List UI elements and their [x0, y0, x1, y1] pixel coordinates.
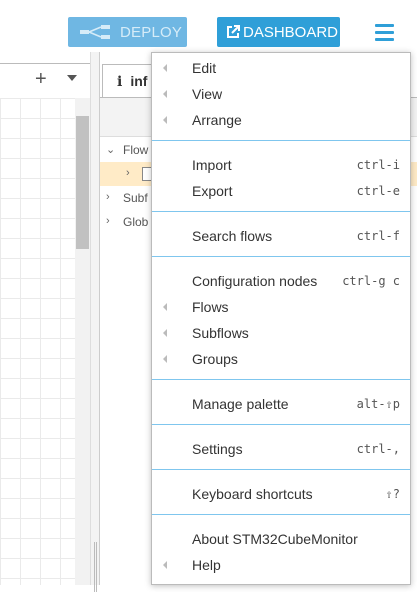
shortcut-label: ⇧? [385, 487, 400, 501]
shortcut-label: alt-⇧p [356, 397, 400, 411]
workspace-tabs: + [0, 63, 92, 99]
chevron-right-icon: › [126, 167, 130, 179]
menu-item-label: Settings [192, 441, 243, 457]
hamburger-icon-bar [375, 31, 394, 34]
menu-separator [152, 140, 410, 141]
submenu-caret-icon [163, 355, 167, 363]
chevron-down-icon[interactable] [67, 75, 77, 81]
shortcut-label: ctrl-, [356, 442, 400, 456]
menu-item-label: Export [192, 183, 233, 199]
menu-separator [152, 379, 410, 380]
menu-item-label: Subflows [192, 325, 249, 341]
menu-separator [152, 469, 410, 470]
menu-separator [152, 424, 410, 425]
menu-item-label: Help [192, 557, 221, 573]
hamburger-icon-bar [375, 38, 394, 41]
shortcut-label: ctrl-f [356, 229, 400, 243]
external-link-icon [227, 25, 240, 38]
menu-item-export[interactable]: Export ctrl-e [152, 178, 410, 204]
menu-item-label: Groups [192, 351, 238, 367]
menu-item-manage-palette[interactable]: Manage palette alt-⇧p [152, 391, 410, 417]
shortcut-label: ctrl-g c [342, 274, 400, 288]
menu-item-label: View [192, 86, 223, 102]
menu-item-keyboard-shortcuts[interactable]: Keyboard shortcuts ⇧? [152, 481, 410, 507]
submenu-caret-icon [163, 303, 167, 311]
submenu-caret-icon [163, 329, 167, 337]
menu-item-import[interactable]: Import ctrl-i [152, 152, 410, 178]
menu-item-label: About STM32CubeMonitor [192, 531, 358, 547]
main-menu-button[interactable] [370, 20, 400, 46]
dashboard-label: DASHBOARD [243, 23, 339, 41]
menu-item-view[interactable]: View [152, 81, 410, 107]
menu-item-edit[interactable]: Edit [152, 55, 410, 81]
chevron-down-icon: ⌄ [106, 144, 116, 156]
menu-item-label: Keyboard shortcuts [192, 486, 313, 502]
dashboard-button[interactable]: DASHBOARD [217, 17, 340, 47]
main-menu-dropdown: Edit View Arrange Import ctrl-i Export c… [151, 52, 411, 585]
menu-separator [152, 211, 410, 212]
shortcut-label: ctrl-e [356, 184, 400, 198]
menu-item-label: Arrange [192, 112, 242, 128]
menu-item-settings[interactable]: Settings ctrl-, [152, 436, 410, 462]
deploy-button[interactable]: DEPLOY [68, 17, 187, 47]
chevron-right-icon: › [106, 191, 110, 203]
submenu-caret-icon [163, 90, 167, 98]
shortcut-label: ctrl-i [356, 158, 400, 172]
scrollbar-thumb[interactable] [76, 116, 89, 249]
tab-info-label: inf [130, 73, 148, 89]
header-bar: DEPLOY DASHBOARD [0, 0, 417, 52]
submenu-caret-icon [163, 561, 167, 569]
menu-item-label: Flows [192, 299, 229, 315]
hamburger-icon [375, 24, 394, 27]
deploy-icon [80, 25, 110, 39]
menu-item-help[interactable]: Help [152, 552, 410, 578]
tree-label: Glob [123, 215, 149, 229]
menu-separator [152, 514, 410, 515]
menu-item-subflows[interactable]: Subflows [152, 320, 410, 346]
menu-item-arrange[interactable]: Arrange [152, 107, 410, 133]
info-icon: i [117, 74, 123, 90]
menu-item-label: Search flows [192, 228, 273, 244]
tree-label: Flow [123, 143, 149, 157]
menu-item-flows[interactable]: Flows [152, 294, 410, 320]
menu-item-configuration-nodes[interactable]: Configuration nodes ctrl-g c [152, 268, 410, 294]
menu-item-label: Import [192, 157, 232, 173]
workspace-canvas[interactable] [0, 98, 75, 585]
sidebar-resize-handle[interactable] [90, 52, 99, 592]
menu-item-label: Manage palette [192, 396, 289, 412]
canvas-scrollbar[interactable] [75, 98, 90, 585]
menu-item-about[interactable]: About STM32CubeMonitor [152, 526, 410, 552]
menu-separator [152, 256, 410, 257]
add-flow-tab-button[interactable]: + [35, 68, 47, 91]
submenu-caret-icon [163, 64, 167, 72]
submenu-caret-icon [163, 116, 167, 124]
chevron-right-icon: › [106, 215, 110, 227]
deploy-label: DEPLOY [120, 23, 183, 41]
menu-item-search-flows[interactable]: Search flows ctrl-f [152, 223, 410, 249]
menu-item-groups[interactable]: Groups [152, 346, 410, 372]
menu-item-label: Configuration nodes [192, 273, 318, 289]
tree-label: Subf [123, 191, 148, 205]
menu-item-label: Edit [192, 60, 217, 76]
